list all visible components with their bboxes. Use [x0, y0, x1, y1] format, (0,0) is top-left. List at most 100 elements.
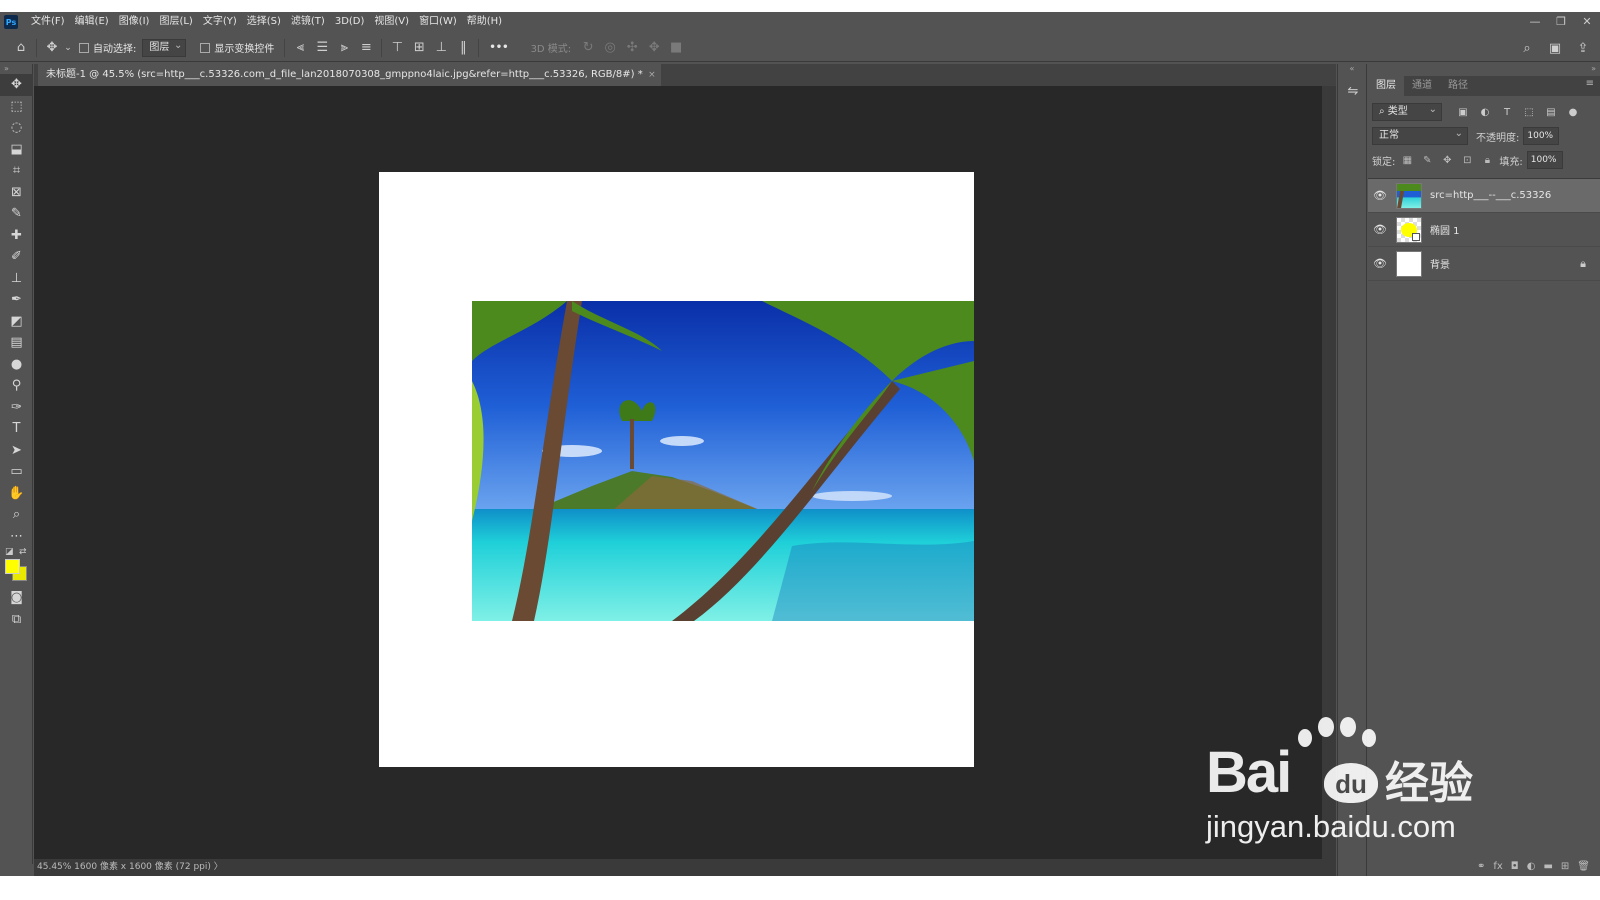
new-layer-icon[interactable]: ⊞ — [1561, 861, 1569, 872]
dodge-tool-icon[interactable]: ⚲ — [0, 375, 33, 397]
layer-name[interactable]: src=http___--___c.53326 — [1430, 190, 1551, 201]
menu-3d[interactable]: 3D(D) — [330, 12, 370, 32]
search-icon[interactable]: ⌕ — [1516, 37, 1538, 59]
align-top-icon[interactable]: ⊤ — [386, 37, 408, 59]
lock-all-icon[interactable]: 🔒︎ — [1479, 155, 1495, 166]
rectangle-tool-icon[interactable]: ▭ — [0, 461, 33, 483]
default-colors-icon[interactable]: ◪ — [5, 547, 14, 557]
tab-paths[interactable]: 路径 — [1440, 76, 1476, 96]
document-tab[interactable]: 未标题-1 @ 45.5% (src=http___c.53326.com_d_… — [38, 64, 661, 86]
swap-colors-icon[interactable]: ⇄ — [19, 547, 27, 557]
menu-select[interactable]: 选择(S) — [242, 12, 286, 32]
visibility-eye-icon[interactable]: 👁︎ — [1368, 189, 1392, 202]
layer-name[interactable]: 背景 — [1430, 256, 1450, 271]
add-mask-icon[interactable]: ◘ — [1511, 861, 1519, 872]
align-center-icon[interactable]: ☰ — [311, 37, 333, 59]
minimize-button[interactable]: — — [1522, 12, 1548, 32]
new-group-icon[interactable]: ▬ — [1543, 861, 1552, 872]
blur-tool-icon[interactable]: ● — [0, 354, 33, 376]
panel-menu-icon[interactable]: ≡ — [1586, 78, 1594, 89]
filter-smart-object-icon[interactable]: ▤ — [1542, 107, 1560, 118]
lock-pixels-icon[interactable]: ✎ — [1419, 155, 1435, 166]
lock-position-icon[interactable]: ✥ — [1439, 155, 1455, 166]
align-middle-icon[interactable]: ⊞ — [408, 37, 430, 59]
filter-type-icon[interactable]: T — [1498, 107, 1516, 118]
quick-select-tool-icon[interactable]: ⬓ — [0, 139, 33, 161]
foreground-color-swatch[interactable] — [5, 559, 20, 574]
distribute-vertical-icon[interactable]: ‖ — [452, 37, 474, 59]
restore-button[interactable]: ❐ — [1548, 12, 1574, 32]
collapse-dock-icon[interactable]: « — [1338, 64, 1366, 78]
tab-channels[interactable]: 通道 — [1404, 76, 1440, 96]
menu-help[interactable]: 帮助(H) — [462, 12, 507, 32]
collapse-panel-icon[interactable]: » — [1368, 64, 1600, 76]
opacity-input[interactable]: 100% — [1523, 127, 1560, 145]
layer-name[interactable]: 椭圆 1 — [1430, 222, 1460, 237]
close-window-button[interactable]: ✕ — [1574, 12, 1600, 32]
screen-mode-icon[interactable]: ⧉ — [0, 609, 33, 631]
canvas-area[interactable] — [34, 86, 1336, 859]
history-brush-tool-icon[interactable]: ✒ — [0, 289, 33, 311]
align-left-icon[interactable]: ⫷ — [289, 37, 311, 59]
menu-window[interactable]: 窗口(W) — [414, 12, 462, 32]
filter-toggle-icon[interactable]: ● — [1564, 107, 1582, 118]
filter-shape-icon[interactable]: ⬚ — [1520, 107, 1538, 118]
tab-layers[interactable]: 图层 — [1368, 76, 1404, 96]
menu-edit[interactable]: 编辑(E) — [70, 12, 114, 32]
lock-artboard-icon[interactable]: ⊡ — [1459, 155, 1475, 166]
distribute-icon[interactable]: ≡ — [355, 37, 377, 59]
layer-row-ellipse[interactable]: 👁︎ 椭圆 1 — [1368, 213, 1600, 247]
visibility-eye-icon[interactable]: 👁︎ — [1368, 257, 1392, 270]
layer-filter-dropdown[interactable]: ⌕ 类型 — [1372, 102, 1442, 121]
share-icon[interactable]: ⇪ — [1572, 37, 1594, 59]
beach-photo[interactable] — [472, 301, 974, 621]
menu-view[interactable]: 视图(V) — [369, 12, 414, 32]
show-transform-checkbox[interactable] — [200, 42, 211, 53]
blend-mode-dropdown[interactable]: 正常 — [1372, 126, 1468, 145]
auto-select-dropdown[interactable]: 图层 — [142, 38, 187, 57]
auto-select-checkbox[interactable] — [79, 42, 89, 53]
menu-layer[interactable]: 图层(L) — [154, 12, 197, 32]
lock-transparency-icon[interactable]: ▦ — [1399, 155, 1415, 166]
align-bottom-icon[interactable]: ⊥ — [430, 37, 452, 59]
filter-pixel-icon[interactable]: ▣ — [1454, 107, 1472, 118]
menu-file[interactable]: 文件(F) — [26, 12, 70, 32]
menu-filter[interactable]: 滤镜(T) — [286, 12, 330, 32]
layer-row-background[interactable]: 👁︎ 背景 🔒︎ — [1368, 247, 1600, 281]
path-selection-tool-icon[interactable]: ➤ — [0, 440, 33, 462]
move-tool-icon[interactable]: ✥ — [0, 74, 33, 96]
adjustment-layer-icon[interactable]: ◐ — [1527, 861, 1536, 872]
layer-style-icon[interactable]: fx — [1493, 861, 1502, 872]
gradient-tool-icon[interactable]: ▤ — [0, 332, 33, 354]
crop-tool-icon[interactable]: ⌗ — [0, 160, 33, 182]
collapse-icon[interactable]: » — [0, 64, 32, 74]
layer-row-photo[interactable]: 👁︎ src=http___--___c.53326 — [1368, 179, 1600, 213]
align-right-icon[interactable]: ⫸ — [333, 37, 355, 59]
roll-3d-icon[interactable]: ◎ — [599, 37, 621, 59]
menu-image[interactable]: 图像(I) — [114, 12, 155, 32]
camera-3d-icon[interactable]: ■ — [665, 37, 687, 59]
edit-toolbar-icon[interactable]: ⋯ — [0, 526, 33, 548]
orbit-3d-icon[interactable]: ↻ — [577, 37, 599, 59]
pan-3d-icon[interactable]: ✣ — [621, 37, 643, 59]
eyedropper-tool-icon[interactable]: ✎ — [0, 203, 33, 225]
zoom-tool-icon[interactable]: ⌕ — [0, 504, 33, 526]
document-canvas[interactable] — [379, 172, 974, 767]
link-layers-icon[interactable]: ⚭ — [1477, 861, 1485, 872]
chevron-down-icon[interactable]: ⌄ — [63, 37, 73, 59]
marquee-tool-icon[interactable]: ⬚ — [0, 96, 33, 118]
brush-tool-icon[interactable]: ✐ — [0, 246, 33, 268]
type-tool-icon[interactable]: T — [0, 418, 33, 440]
menu-type[interactable]: 文字(Y) — [198, 12, 242, 32]
visibility-eye-icon[interactable]: 👁︎ — [1368, 223, 1392, 236]
workspace-icon[interactable]: ▣ — [1544, 37, 1566, 59]
properties-icon[interactable]: ⇋ — [1338, 78, 1368, 104]
quick-mask-icon[interactable]: ◙ — [0, 587, 33, 609]
delete-layer-icon[interactable]: 🗑︎ — [1577, 861, 1590, 872]
more-options-button[interactable]: ••• — [489, 42, 508, 53]
healing-brush-tool-icon[interactable]: ✚ — [0, 225, 33, 247]
frame-tool-icon[interactable]: ⊠ — [0, 182, 33, 204]
clone-stamp-tool-icon[interactable]: ⊥ — [0, 268, 33, 290]
hand-tool-icon[interactable]: ✋ — [0, 483, 33, 505]
fill-input[interactable]: 100% — [1526, 151, 1563, 169]
